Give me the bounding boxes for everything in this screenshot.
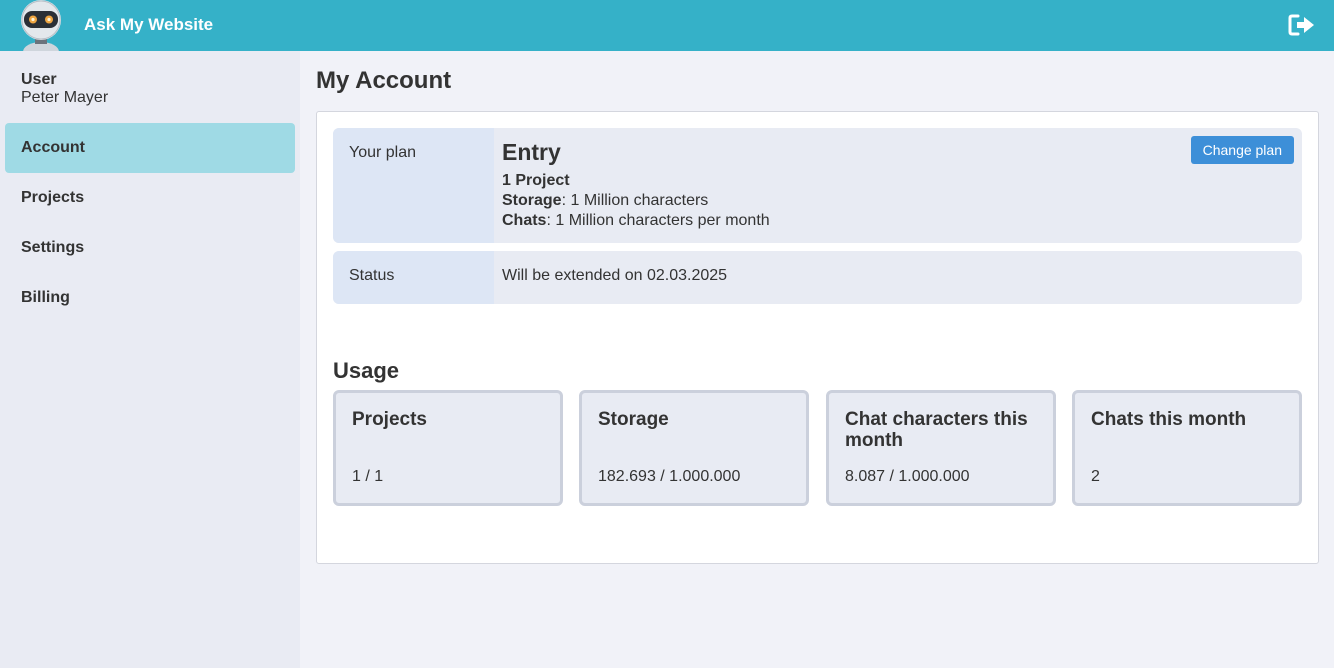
plan-label: Your plan — [333, 128, 494, 243]
user-name: Peter Mayer — [21, 89, 109, 106]
sidebar: User Peter Mayer Account Projects Settin… — [0, 51, 300, 668]
sidebar-item-billing[interactable]: Billing — [5, 273, 295, 323]
usage-card-projects: Projects 1 / 1 — [333, 390, 563, 506]
status-row: Status Will be extended on 02.03.2025 — [333, 251, 1302, 304]
usage-card-title: Storage — [598, 409, 669, 430]
usage-card-value: 182.693 / 1.000.000 — [598, 468, 741, 485]
usage-card-chats: Chats this month 2 — [1072, 390, 1302, 506]
account-card: Your plan Entry 1 Project Storage: 1 Mil… — [316, 111, 1319, 564]
main-content: My Account Your plan Entry 1 Project Sto… — [300, 51, 1334, 668]
plan-row: Your plan Entry 1 Project Storage: 1 Mil… — [333, 128, 1302, 243]
usage-card-chat-characters: Chat characters this month 8.087 / 1.000… — [826, 390, 1056, 506]
robot-logo[interactable] — [16, 0, 66, 51]
plan-storage-value: : 1 Million characters — [561, 192, 709, 209]
usage-title: Usage — [333, 358, 400, 383]
plan-projects: 1 Project — [502, 172, 570, 189]
status-label: Status — [333, 251, 494, 304]
plan-storage-key: Storage — [502, 192, 562, 209]
plan-storage: Storage: 1 Million characters — [502, 191, 1294, 211]
logout-icon[interactable] — [1288, 13, 1316, 37]
usage-card-title: Projects — [352, 409, 427, 430]
top-bar: Ask My Website — [0, 0, 1334, 51]
change-plan-button[interactable]: Change plan — [1190, 136, 1294, 164]
sidebar-item-projects[interactable]: Projects — [5, 173, 295, 223]
plan-chats-value: : 1 Million characters per month — [546, 212, 770, 229]
usage-card-title: Chats this month — [1091, 409, 1247, 430]
plan-name: Entry — [502, 139, 561, 165]
usage-card-value: 2 — [1091, 468, 1100, 485]
usage-card-value: 1 / 1 — [352, 468, 384, 485]
usage-card-title: Chat characters this month — [845, 409, 1028, 451]
user-label: User — [21, 71, 57, 88]
plan-chats: Chats: 1 Million characters per month — [502, 211, 1294, 231]
sidebar-item-settings[interactable]: Settings — [5, 223, 295, 273]
page-title: My Account — [316, 67, 452, 94]
app-title: Ask My Website — [84, 15, 214, 34]
status-value: Will be extended on 02.03.2025 — [502, 267, 728, 284]
usage-card-storage: Storage 182.693 / 1.000.000 — [579, 390, 809, 506]
plan-details: Entry 1 Project Storage: 1 Million chara… — [494, 128, 1302, 243]
sidebar-item-account[interactable]: Account — [5, 123, 295, 173]
user-info: User Peter Mayer — [21, 71, 108, 107]
plan-chats-key: Chats — [502, 212, 547, 229]
usage-card-value: 8.087 / 1.000.000 — [845, 468, 970, 485]
